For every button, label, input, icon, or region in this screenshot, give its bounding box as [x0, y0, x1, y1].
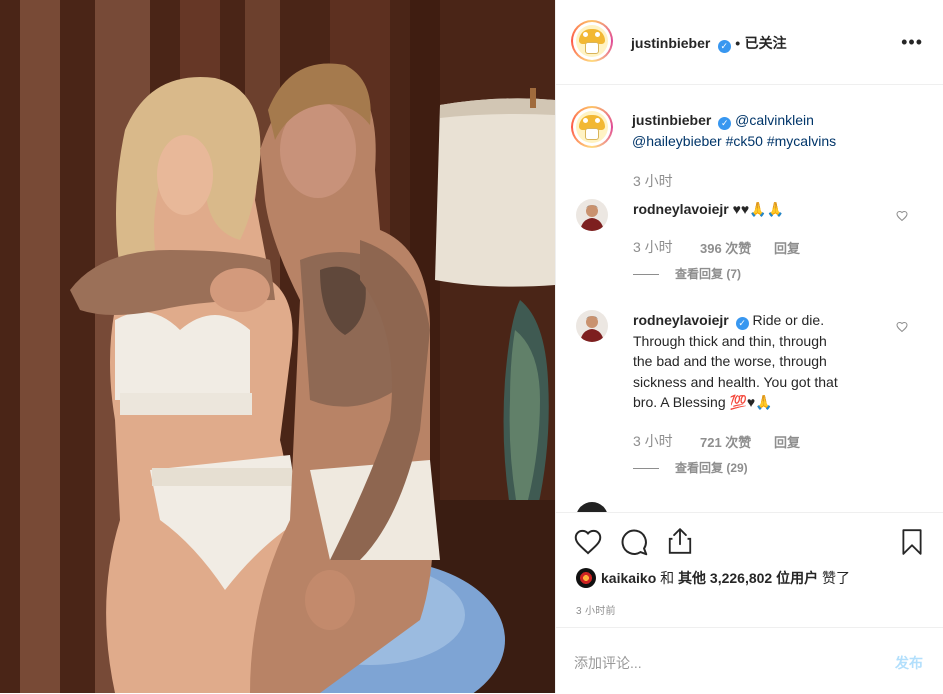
replies-divider	[633, 468, 659, 470]
likes-summary: kaikaiko 和 其他 3,226,802 位用户 赞了	[576, 568, 850, 588]
comment-username[interactable]: rodneylavoiejr	[633, 201, 729, 217]
view-replies-label: 查看回复 (29)	[675, 461, 748, 475]
view-replies-button[interactable]: 查看回复 (7)	[633, 265, 741, 282]
person-icon	[576, 310, 608, 342]
comment-input[interactable]: 添加评论...	[574, 653, 642, 673]
post-comment-button[interactable]: 发布	[895, 653, 923, 673]
post-actions: kaikaiko 和 其他 3,226,802 位用户 赞了 3 小时前	[556, 512, 943, 627]
comment-bubble-icon[interactable]	[620, 528, 648, 556]
post-details-panel: justinbieber ✓ • 已关注 ••• justinbieber ✓ …	[555, 0, 943, 693]
add-comment-bar: 添加评论... 发布	[556, 627, 943, 694]
comment-body-line: sickness and health. You got that	[633, 373, 838, 390]
replies-divider	[633, 274, 659, 276]
likes-suffix: 赞了	[822, 570, 850, 586]
comments-list[interactable]: justinbieber ✓ @calvinklein @haileybiebe…	[556, 84, 943, 512]
comment-body-line: Ride or die.	[752, 312, 825, 328]
verified-badge-icon: ✓	[717, 40, 731, 53]
verified-badge-icon: ✓	[718, 117, 732, 130]
hashtag-link[interactable]: #mycalvins	[767, 133, 836, 149]
commenter-avatar[interactable]	[576, 199, 608, 231]
mention-link[interactable]: @haileybieber	[632, 133, 722, 149]
hashtag-link[interactable]: #ck50	[726, 133, 763, 149]
comment-like-count[interactable]: 721 次赞	[700, 432, 751, 451]
liker-avatar[interactable]	[576, 568, 596, 588]
caption-username[interactable]: justinbieber	[632, 112, 711, 128]
share-icon[interactable]	[667, 527, 693, 555]
liker-username[interactable]: kaikaiko	[601, 570, 656, 586]
author-username[interactable]: justinbieber	[631, 35, 710, 51]
comment-username[interactable]: rodneylavoiejr	[633, 312, 729, 328]
caption: justinbieber ✓ @calvinklein @haileybiebe…	[632, 110, 922, 151]
comment-time: 3 小时	[633, 239, 673, 255]
comment-time: 3 小时	[633, 433, 673, 449]
caption-time: 3 小时	[633, 173, 673, 189]
comment-body-line: Through thick and thin, through	[633, 332, 827, 349]
commenter-avatar[interactable]	[576, 310, 608, 342]
follow-status-button[interactable]: 已关注	[745, 35, 787, 51]
mushroom-logo-icon	[576, 111, 608, 143]
like-heart-icon[interactable]	[574, 529, 602, 555]
commenter-avatar[interactable]	[576, 502, 608, 512]
mention-link[interactable]: @calvinklein	[735, 112, 814, 128]
post-timestamp[interactable]: 3 小时前	[576, 602, 616, 617]
comment-body-line: bro. A Blessing 💯♥🙏	[633, 394, 773, 410]
author-avatar[interactable]	[571, 20, 613, 62]
like-comment-heart-icon[interactable]	[896, 210, 908, 222]
more-options-icon[interactable]: •••	[901, 32, 923, 53]
reply-button[interactable]: 回复	[774, 238, 800, 257]
caption-author-avatar[interactable]	[571, 106, 613, 148]
likes-count-link[interactable]: 其他 3,226,802 位用户	[678, 570, 818, 586]
mushroom-logo-icon	[576, 25, 608, 57]
comment: rodneylavoiejr ♥♥🙏🙏	[633, 199, 784, 220]
verified-badge-icon: ✓	[735, 317, 749, 330]
post-header: justinbieber ✓ • 已关注 •••	[556, 0, 943, 85]
like-comment-heart-icon[interactable]	[896, 321, 908, 333]
view-replies-button[interactable]: 查看回复 (29)	[633, 459, 748, 476]
bookmark-icon[interactable]	[900, 528, 924, 556]
photo-illustration	[0, 0, 555, 693]
view-replies-label: 查看回复 (7)	[675, 267, 742, 281]
person-icon	[576, 199, 608, 231]
comment-body: ♥♥🙏🙏	[732, 201, 785, 217]
follow-separator: •	[735, 35, 741, 51]
comment-like-count[interactable]: 396 次赞	[700, 238, 751, 257]
comment-body-line: the bad and the worse, through	[633, 353, 827, 369]
likes-connector: 和	[660, 570, 675, 586]
reply-button[interactable]: 回复	[774, 432, 800, 451]
comment: rodneylavoiejr ✓ Ride or die. Through th…	[633, 310, 893, 413]
post-photo[interactable]	[0, 0, 555, 693]
